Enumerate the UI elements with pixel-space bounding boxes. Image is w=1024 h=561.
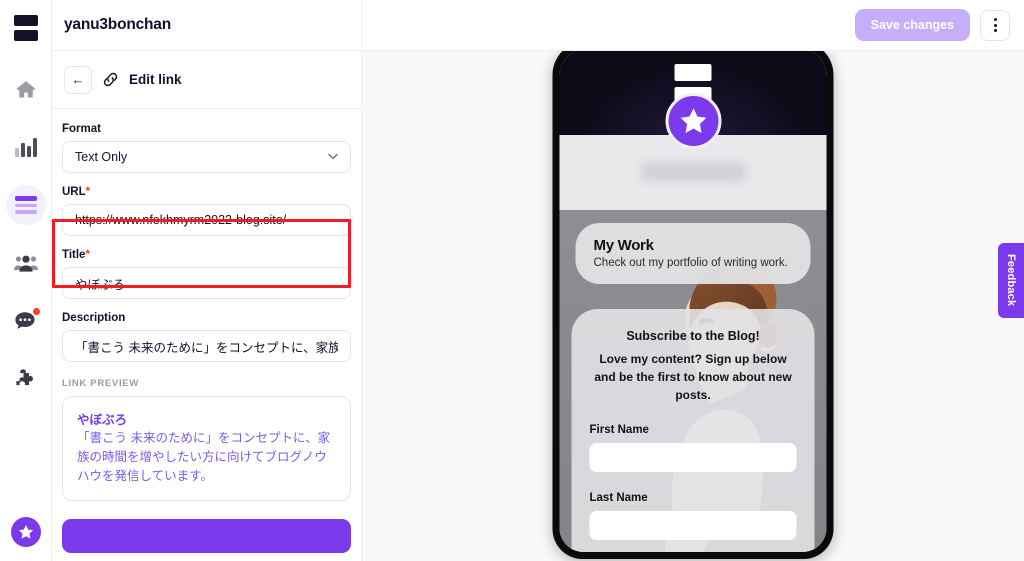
link-preview-title: やぼぶろ	[77, 413, 128, 427]
links-bar-1	[14, 196, 37, 201]
format-field: Format Text Only	[62, 123, 351, 173]
last-name-group: Last Name	[589, 492, 797, 540]
subscribe-heading: Subscribe to the Blog!	[626, 329, 760, 343]
account-star-badge[interactable]	[10, 517, 41, 547]
first-name-input[interactable]	[589, 443, 797, 472]
links-bar-2	[14, 203, 37, 208]
panel-topbar: yanu3bonchan	[52, 0, 361, 51]
global-topbar-actions: Save changes	[362, 0, 1024, 51]
sidebar-item-apps[interactable]	[6, 359, 46, 399]
title-input[interactable]: やぼぶろ	[62, 267, 351, 299]
first-name-group: First Name	[589, 424, 797, 472]
save-changes-button[interactable]: Save changes	[854, 9, 970, 41]
link-preview-body: 「書こう 未来のために」をコンセプトに、家族の時間を增やしたい方に向けてブログノ…	[77, 431, 331, 483]
analytics-icon	[14, 138, 37, 157]
description-label: Description	[62, 312, 126, 324]
link-editor-panel: yanu3bonchan ← Edit link Format Text Onl…	[52, 0, 362, 561]
sidebar-item-audience[interactable]	[6, 243, 46, 283]
url-required-marker: *	[85, 186, 91, 198]
profile-background-photo: My Work Check out my portfolio of writin…	[559, 210, 827, 552]
my-work-subtitle: Check out my portfolio of writing work.	[593, 257, 788, 269]
app-root: yanu3bonchan ← Edit link Format Text Onl…	[0, 0, 1024, 561]
editor-subheader: ← Edit link	[52, 51, 361, 109]
phone-mockup: My Work Check out my portfolio of writin…	[552, 41, 834, 559]
url-field: URL* https://www.nfekhmyrm2022-blog.site…	[62, 186, 351, 236]
more-options-icon[interactable]	[980, 9, 1010, 41]
sidebar-item-analytics[interactable]	[6, 127, 46, 167]
link-preview-section-label: LINK PREVIEW	[62, 378, 140, 389]
kebab-dot-3	[993, 29, 997, 32]
primary-action-button[interactable]	[62, 519, 351, 553]
url-value: https://www.nfekhmyrm2022-blog.site/	[75, 213, 287, 227]
links-icon	[14, 196, 37, 214]
first-name-label: First Name	[589, 424, 649, 436]
back-button[interactable]: ←	[64, 65, 92, 94]
sidebar-item-links[interactable]	[5, 185, 46, 225]
logo-bar-top	[674, 64, 712, 81]
title-field: Title* やぼぶろ	[62, 249, 351, 299]
last-name-input[interactable]	[589, 511, 797, 540]
url-label: URL*	[62, 186, 91, 198]
format-value: Text Only	[75, 150, 128, 164]
description-input[interactable]: 「書こう 未来のために」をコンセプトに、家族の	[62, 330, 351, 362]
audience-icon	[13, 255, 38, 272]
kebab-dot-1	[993, 18, 997, 21]
links-bar-3	[14, 210, 37, 214]
url-input[interactable]: https://www.nfekhmyrm2022-blog.site/	[62, 204, 351, 236]
feedback-tab[interactable]: Feedback	[998, 243, 1024, 318]
sidebar-item-home[interactable]	[6, 69, 46, 109]
edit-link-form: Format Text Only URL* https://www.nfekhm…	[52, 109, 361, 561]
star-avatar-icon	[665, 93, 721, 149]
subscribe-card: Subscribe to the Blog! Love my content? …	[571, 309, 815, 552]
logo-bar-bottom	[13, 30, 38, 41]
star-icon	[18, 524, 33, 539]
apps-icon	[16, 368, 33, 385]
chevron-down-icon	[328, 152, 338, 162]
phone-screen: My Work Check out my portfolio of writin…	[559, 48, 827, 552]
preview-stage: My Work Check out my portfolio of writin…	[362, 0, 1024, 561]
logo-bar-top	[13, 15, 38, 26]
link-preview-card: やぼぶろ 「書こう 未来のために」をコンセプトに、家族の時間を增やしたい方に向け…	[62, 396, 351, 501]
title-label: Title*	[62, 249, 90, 261]
description-value: 「書こう 未来のために」をコンセプトに、家族の	[75, 340, 338, 355]
sidebar-item-messages[interactable]	[6, 301, 46, 341]
profile-band	[559, 93, 827, 210]
my-work-title: My Work	[593, 237, 654, 254]
profile-name-placeholder	[641, 162, 745, 181]
last-name-label: Last Name	[589, 492, 648, 504]
subscribe-body: Love my content? Sign up below and be th…	[594, 352, 792, 402]
primary-sidebar	[0, 0, 52, 561]
description-field: Description 「書こう 未来のために」をコンセプトに、家族の	[62, 312, 351, 362]
title-required-marker: *	[85, 249, 90, 261]
title-value: やぼぶろ	[75, 277, 126, 292]
link-icon	[102, 71, 119, 88]
linktree-logo-icon[interactable]	[13, 13, 39, 43]
format-label: Format	[62, 123, 101, 135]
account-name: yanu3bonchan	[64, 16, 171, 33]
messages-notification-badge	[31, 307, 41, 316]
format-select[interactable]: Text Only	[62, 141, 351, 173]
page-title: Edit link	[129, 72, 182, 87]
kebab-dot-2	[993, 23, 997, 27]
home-icon	[16, 80, 35, 98]
my-work-card[interactable]: My Work Check out my portfolio of writin…	[575, 223, 811, 284]
